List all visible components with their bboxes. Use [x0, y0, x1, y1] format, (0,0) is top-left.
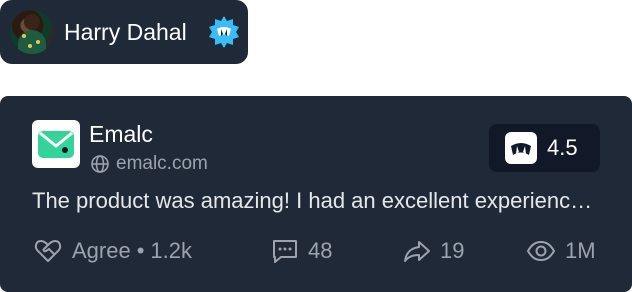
brand-logo-icon: [38, 131, 74, 158]
comment-icon: [273, 240, 297, 263]
separator-dot: •: [136, 238, 145, 263]
user-pill[interactable]: Harry Dahal: [0, 0, 248, 64]
heart-handshake-icon: [34, 240, 62, 262]
agree-count: 1.2k: [150, 238, 193, 263]
agree-button[interactable]: Agree • 1.2k: [32, 235, 192, 267]
views-indicator: 1M: [525, 235, 596, 267]
comments-count: 48: [308, 238, 333, 263]
rating-value: 4.5: [547, 135, 578, 160]
globe-icon: [91, 155, 109, 173]
review-text[interactable]: The product was amazing! I had an excell…: [32, 186, 602, 216]
user-name[interactable]: Harry Dahal: [64, 17, 187, 47]
share-icon: [404, 241, 430, 262]
review-card[interactable]: Emalc emalc.com 4.5 The product was amaz…: [0, 96, 632, 292]
eye-icon: [526, 240, 556, 262]
rating-logo-icon: [505, 132, 537, 164]
brand-domain-text: emalc.com: [116, 153, 208, 174]
brand-domain-link[interactable]: emalc.com: [90, 152, 208, 176]
rating-badge: 4.5: [489, 124, 600, 172]
brand-logo[interactable]: [32, 120, 80, 168]
views-count: 1M: [565, 238, 596, 263]
agree-label: Agree: [72, 238, 131, 263]
shares-count: 19: [440, 238, 465, 263]
share-button[interactable]: 19: [402, 235, 464, 267]
brand-name[interactable]: Emalc: [89, 120, 153, 148]
comments-button[interactable]: 48: [270, 235, 332, 267]
verified-badge-icon: [209, 16, 239, 48]
review-widget: Harry Dahal Emalc emalc.com 4.5 The prod…: [0, 0, 632, 292]
avatar[interactable]: [10, 10, 54, 54]
